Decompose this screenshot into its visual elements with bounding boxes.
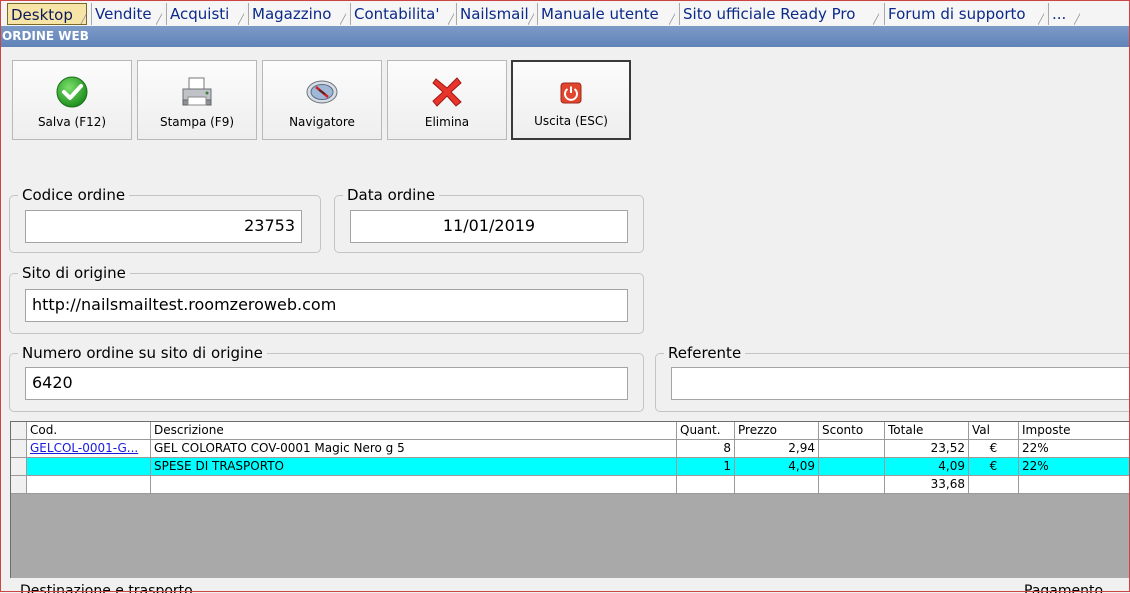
- column-header-cod[interactable]: Cod.: [27, 422, 151, 440]
- row-indicator: [11, 476, 27, 494]
- navigator-button[interactable]: Navigatore: [262, 60, 382, 140]
- column-header-quant[interactable]: Quant.: [677, 422, 735, 440]
- cell-empty: [151, 476, 677, 494]
- numero-ordine-label: Numero ordine su sito di origine: [18, 343, 267, 363]
- navigator-button-label: Navigatore: [289, 115, 355, 129]
- column-header-totale[interactable]: Totale: [885, 422, 969, 440]
- cell-cod-link[interactable]: [27, 458, 151, 476]
- cell-grand-total: 33,68: [885, 476, 969, 494]
- tab-contabilita[interactable]: Contabilita': [350, 3, 454, 25]
- column-header-val[interactable]: Val: [969, 422, 1019, 440]
- cell-empty: [1019, 476, 1130, 494]
- cell-empty: [969, 476, 1019, 494]
- checkmark-icon: [56, 76, 88, 108]
- cell-quant[interactable]: 8: [677, 440, 735, 458]
- codice-ordine-label: Codice ordine: [18, 185, 130, 205]
- cell-quant[interactable]: 1: [677, 458, 735, 476]
- cell-totale[interactable]: 23,52: [885, 440, 969, 458]
- exit-button-label: Uscita (ESC): [534, 114, 608, 128]
- sito-origine-field[interactable]: http://nailsmailtest.roomzeroweb.com: [25, 289, 628, 322]
- referente-field[interactable]: [671, 367, 1130, 400]
- compass-icon: [306, 80, 338, 104]
- tab-more[interactable]: ...: [1048, 3, 1080, 25]
- print-button-label: Stampa (F9): [159, 115, 235, 129]
- tab-magazzino[interactable]: Magazzino: [248, 3, 346, 25]
- exit-button[interactable]: Uscita (ESC): [511, 60, 631, 140]
- column-header-prezzo[interactable]: Prezzo: [735, 422, 819, 440]
- cell-cod-link[interactable]: GELCOL-0001-G...: [27, 440, 151, 458]
- tab-vendite[interactable]: Vendite: [91, 3, 162, 25]
- delete-button[interactable]: Elimina: [387, 60, 507, 140]
- row-indicator: [11, 440, 27, 458]
- cell-empty: [677, 476, 735, 494]
- power-icon: [560, 82, 582, 104]
- save-button-label: Salva (F12): [37, 115, 107, 129]
- column-header-imposte[interactable]: Imposte: [1019, 422, 1130, 440]
- printer-icon: [182, 77, 212, 106]
- bottom-section-headers: Destinazione e trasporto Pagamento: [0, 581, 1130, 593]
- cell-empty: [27, 476, 151, 494]
- tab-acquisti[interactable]: Acquisti: [166, 3, 244, 25]
- tab-nailsmail[interactable]: Nailsmail: [456, 3, 534, 25]
- print-button[interactable]: Stampa (F9): [137, 60, 257, 140]
- cell-descrizione[interactable]: GEL COLORATO COV-0001 Magic Nero g 5: [151, 440, 677, 458]
- row-indicator: [11, 422, 27, 440]
- order-lines-table: Cod. Descrizione Quant. Prezzo Sconto To…: [10, 421, 1130, 578]
- cell-totale[interactable]: 4,09: [885, 458, 969, 476]
- codice-ordine-field[interactable]: 23753: [25, 210, 302, 243]
- tab-forum-supporto[interactable]: Forum di supporto: [884, 3, 1044, 25]
- cell-prezzo[interactable]: 4,09: [735, 458, 819, 476]
- window-title: ORDINE WEB: [0, 26, 1130, 47]
- row-indicator: [11, 458, 27, 476]
- tab-manuale-utente[interactable]: Manuale utente: [537, 3, 675, 25]
- red-x-icon: [432, 77, 462, 107]
- data-ordine-field[interactable]: 11/01/2019: [350, 210, 628, 243]
- delete-button-label: Elimina: [424, 115, 470, 129]
- referente-label: Referente: [664, 343, 746, 363]
- sito-origine-label: Sito di origine: [18, 263, 130, 283]
- cell-empty: [735, 476, 819, 494]
- cell-prezzo[interactable]: 2,94: [735, 440, 819, 458]
- order-form: Salva (F12) Stampa (F9) Navigatore Elimi…: [0, 47, 1130, 593]
- cell-imposte[interactable]: 22%: [1019, 458, 1130, 476]
- cell-val[interactable]: €: [969, 440, 1019, 458]
- cell-empty: [819, 476, 885, 494]
- tab-sito-ufficiale[interactable]: Sito ufficiale Ready Pro: [679, 3, 879, 25]
- column-header-descrizione[interactable]: Descrizione: [151, 422, 677, 440]
- cell-val[interactable]: €: [969, 458, 1019, 476]
- cell-sconto[interactable]: [819, 458, 885, 476]
- numero-ordine-field[interactable]: 6420: [25, 367, 628, 400]
- tab-desktop[interactable]: Desktop: [7, 3, 87, 25]
- column-header-sconto[interactable]: Sconto: [819, 422, 885, 440]
- cell-imposte[interactable]: 22%: [1019, 440, 1130, 458]
- data-ordine-label: Data ordine: [343, 185, 440, 205]
- cell-sconto[interactable]: [819, 440, 885, 458]
- cell-descrizione[interactable]: SPESE DI TRASPORTO: [151, 458, 677, 476]
- save-button[interactable]: Salva (F12): [12, 60, 132, 140]
